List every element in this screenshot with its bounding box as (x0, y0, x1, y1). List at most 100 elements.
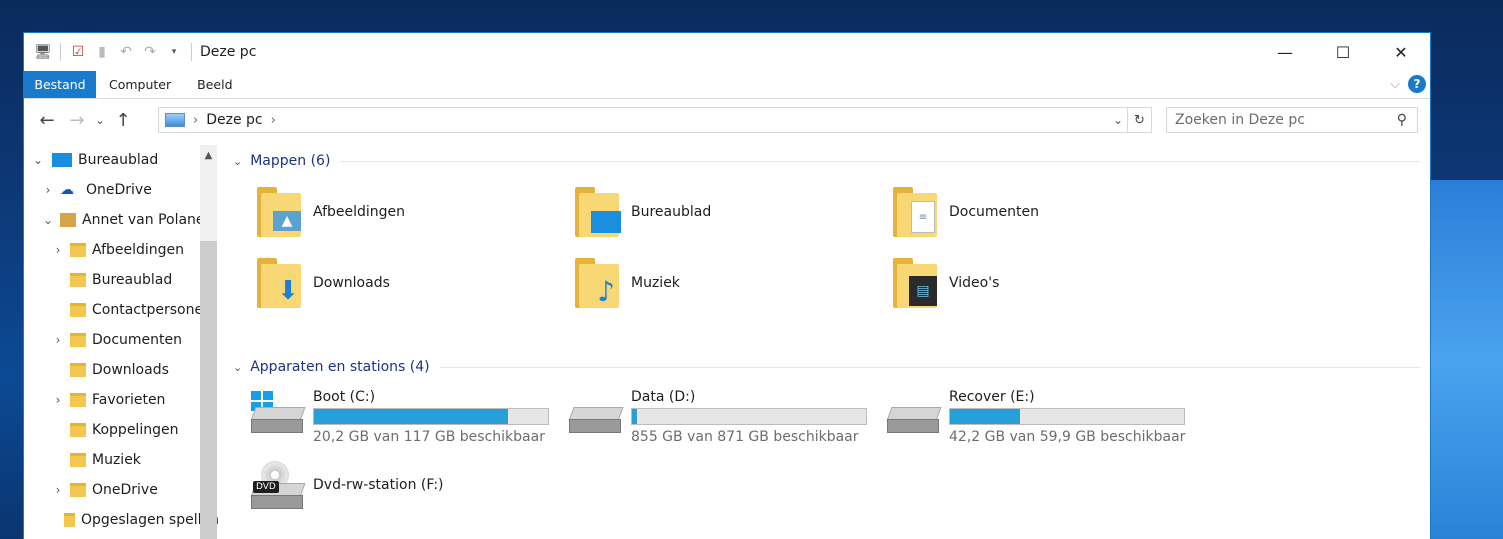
nav-item-label: Documenten (92, 332, 183, 348)
favorites-folder-icon (70, 393, 86, 407)
film-icon: ▤ (893, 258, 937, 308)
nav-item[interactable]: › ☁ OneDrive (24, 175, 219, 205)
nav-item[interactable]: › OneDrive (24, 475, 219, 505)
breadcrumb-deze-pc[interactable]: Deze pc (206, 112, 262, 128)
chevron-right-icon[interactable]: › (50, 393, 66, 407)
nav-item[interactable]: Downloads (24, 355, 219, 385)
divider (439, 366, 1420, 368)
scroll-up-icon[interactable]: ▲ (200, 145, 217, 165)
folder-item[interactable]: ▤ Video's (893, 258, 999, 308)
group-header-folders[interactable]: ⌄ Mappen (6) (233, 153, 1420, 169)
address-bar[interactable]: › Deze pc › ⌄ ↻ (158, 107, 1152, 133)
folder-name: Bureaublad (631, 204, 712, 220)
chevron-right-icon[interactable]: › (50, 333, 66, 347)
search-icon[interactable]: ⚲ (1397, 112, 1407, 128)
user-folder-icon (60, 213, 76, 227)
close-button[interactable]: ✕ (1372, 33, 1430, 71)
drive-item[interactable]: Recover (E:) 42,2 GB van 59,9 GB beschik… (886, 389, 1185, 445)
download-arrow-icon: ⬇ (257, 258, 301, 308)
nav-item[interactable]: ⌄ Annet van Polanen (24, 205, 219, 235)
chevron-down-icon[interactable]: ⌄ (40, 213, 56, 227)
pictures-folder-icon (70, 243, 86, 257)
divider (340, 160, 1420, 162)
folder-name: Afbeeldingen (313, 204, 406, 220)
quick-access-toolbar: 🖥 ☑ ▮ ↶ ↷ ▾ (24, 43, 194, 61)
redo-icon[interactable]: ↷ (141, 43, 159, 61)
folder-name: Video's (949, 275, 1000, 291)
folder-name: Muziek (631, 275, 680, 291)
drive-info: Dvd-rw-station (F:) (313, 465, 444, 493)
chevron-down-icon[interactable]: ⌄ (233, 155, 242, 168)
this-pc-icon[interactable]: 🖥 (34, 43, 52, 61)
ribbon-tabs: Bestand Computer Beeld ⌵ ? (24, 71, 1430, 99)
chevron-right-icon[interactable]: › (193, 113, 198, 128)
nav-item-label: Annet van Polanen (82, 212, 214, 228)
chevron-right-icon[interactable]: › (50, 243, 66, 257)
nav-item-label: Muziek (92, 452, 141, 468)
forward-arrow-icon[interactable]: → (62, 110, 92, 131)
desktop-folder-icon (70, 273, 86, 287)
chevron-down-icon[interactable]: ⌄ (30, 153, 46, 167)
search-input[interactable]: Zoeken in Deze pc ⚲ (1166, 107, 1418, 133)
chevron-right-icon[interactable]: › (50, 483, 66, 497)
music-folder-icon (70, 453, 86, 467)
this-pc-icon (165, 113, 185, 127)
chevron-down-icon[interactable]: ⌄ (233, 361, 242, 374)
folder-item[interactable]: ≡ Documenten (893, 187, 1039, 237)
picture-icon: ▲ (257, 187, 301, 237)
scrollbar-thumb[interactable] (200, 241, 217, 539)
documents-folder-icon (70, 333, 86, 347)
new-folder-icon[interactable]: ▮ (93, 43, 111, 61)
nav-item[interactable]: Contactpersonen (24, 295, 219, 325)
drive-item[interactable]: DVD Dvd-rw-station (F:) (250, 461, 444, 515)
nav-scrollbar[interactable]: ▲ (200, 145, 217, 539)
drive-info: Recover (E:) 42,2 GB van 59,9 GB beschik… (949, 389, 1185, 445)
nav-item-label: Favorieten (92, 392, 166, 408)
separator (60, 43, 61, 61)
nav-item[interactable]: › Favorieten (24, 385, 219, 415)
back-arrow-icon[interactable]: ← (32, 110, 62, 131)
undo-icon[interactable]: ↶ (117, 43, 135, 61)
chevron-right-icon[interactable]: › (271, 113, 276, 128)
onedrive-folder-icon (70, 483, 86, 497)
nav-item[interactable]: › Documenten (24, 325, 219, 355)
nav-item[interactable]: Muziek (24, 445, 219, 475)
recent-locations-icon[interactable]: ⌄ (92, 114, 108, 127)
tab-computer[interactable]: Computer (96, 71, 184, 98)
nav-item[interactable]: Bureaublad (24, 265, 219, 295)
customize-toolbar-icon[interactable]: ▾ (165, 43, 183, 61)
nav-item[interactable]: ⌄ Bureaublad (24, 145, 219, 175)
drive-usage-bar (631, 408, 867, 425)
saved-games-folder-icon (64, 513, 75, 527)
drive-item[interactable]: Data (D:) 855 GB van 871 GB beschikbaar (568, 389, 867, 445)
nav-item-label: OneDrive (86, 182, 152, 198)
drive-name: Dvd-rw-station (F:) (313, 477, 444, 493)
drive-usage-bar (313, 408, 549, 425)
maximize-button[interactable]: ☐ (1314, 33, 1372, 71)
tab-beeld[interactable]: Beeld (184, 71, 245, 98)
help-icon[interactable]: ? (1408, 75, 1426, 93)
chevron-down-icon[interactable]: ⌄ (1113, 113, 1123, 127)
nav-item[interactable]: Koppelingen (24, 415, 219, 445)
minimize-button[interactable]: — (1256, 33, 1314, 71)
folder-item[interactable]: ▲ Afbeeldingen (257, 187, 405, 237)
chevron-right-icon[interactable]: › (40, 183, 56, 197)
drive-usage-fill (632, 409, 637, 424)
folder-item[interactable]: ♪ Muziek (575, 258, 680, 308)
properties-icon[interactable]: ☑ (69, 43, 87, 61)
chevron-down-icon[interactable]: ⌵ (1390, 77, 1400, 92)
up-arrow-icon[interactable]: ↑ (108, 110, 138, 131)
nav-item-label: Downloads (92, 362, 169, 378)
group-title: Mappen (6) (250, 153, 331, 169)
group-header-devices[interactable]: ⌄ Apparaten en stations (4) (233, 359, 1420, 375)
downloads-folder-icon (70, 363, 86, 377)
folder-item[interactable]: ⬇ Downloads (257, 258, 390, 308)
folder-item[interactable]: Bureaublad (575, 187, 711, 237)
drive-info: Data (D:) 855 GB van 871 GB beschikbaar (631, 389, 867, 445)
drive-item[interactable]: Boot (C:) 20,2 GB van 117 GB beschikbaar (250, 389, 549, 445)
folder-name: Downloads (313, 275, 390, 291)
tab-bestand[interactable]: Bestand (24, 71, 96, 98)
nav-item[interactable]: › Afbeeldingen (24, 235, 219, 265)
refresh-icon[interactable]: ↻ (1127, 108, 1151, 132)
nav-item[interactable]: Opgeslagen spellen (24, 505, 219, 535)
